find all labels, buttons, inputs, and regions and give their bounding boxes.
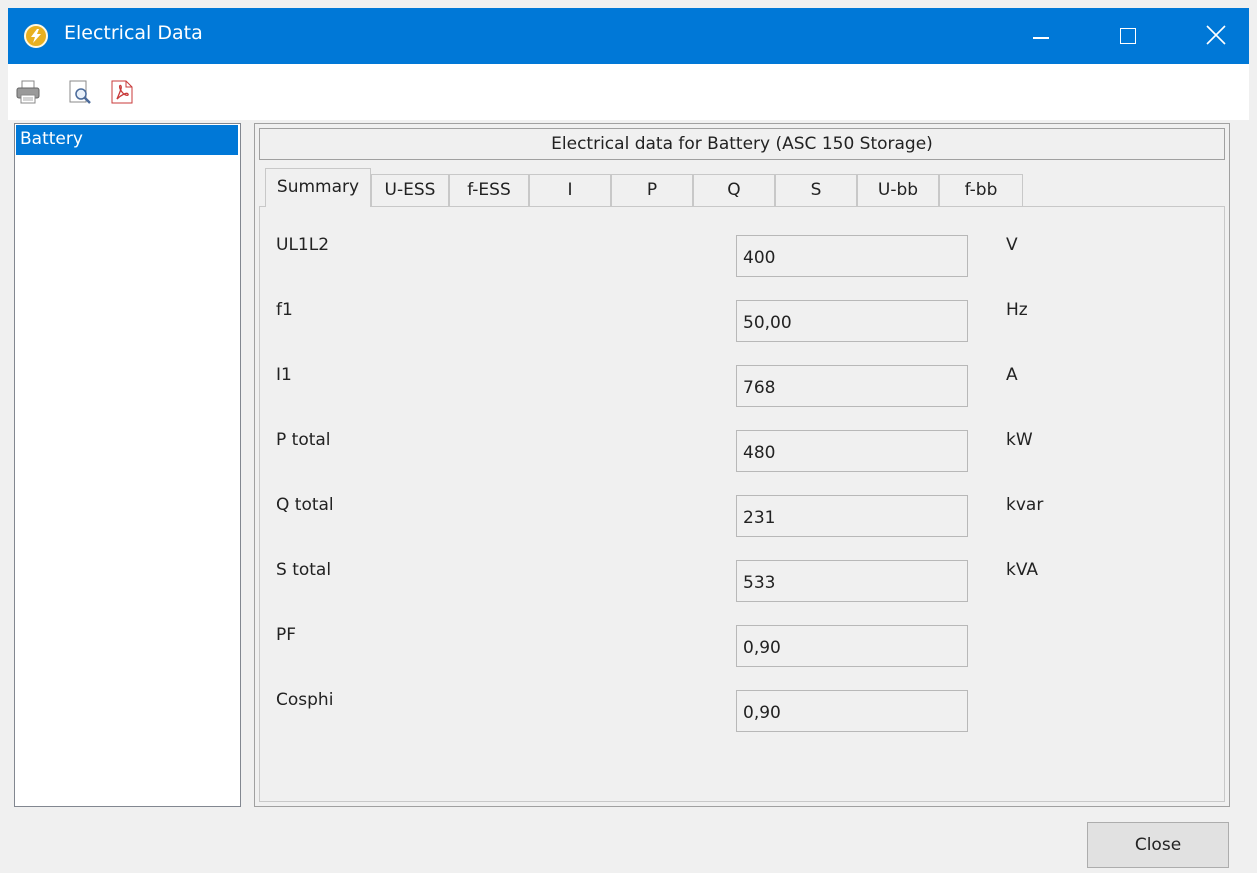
row-unit-f1: Hz: [1006, 300, 1028, 320]
title-bar[interactable]: Electrical Data: [8, 8, 1249, 64]
maximize-icon: [1120, 28, 1136, 44]
row-value-q-total: 231: [736, 495, 968, 537]
tab-s[interactable]: S: [775, 174, 857, 206]
row-value-s-total: 533: [736, 560, 968, 602]
row-label-i1: I1: [276, 365, 292, 385]
print-preview-icon[interactable]: [66, 78, 94, 106]
tab-i[interactable]: I: [529, 174, 611, 206]
row-label-f1: f1: [276, 300, 293, 320]
row-label-s-total: S total: [276, 560, 332, 580]
tab-u-bb[interactable]: U-bb: [857, 174, 939, 206]
tab-f-bb[interactable]: f-bb: [939, 174, 1023, 206]
electrical-data-window: Electrical Data Battery Electrical data …: [8, 8, 1249, 873]
tree-item-battery[interactable]: Battery: [16, 125, 238, 155]
window-close-button[interactable]: [1190, 8, 1242, 64]
tab-summary[interactable]: Summary: [265, 168, 371, 207]
row-label-ul1l2: UL1L2: [276, 235, 330, 255]
tab-u-ess[interactable]: U-ESS: [371, 174, 449, 206]
row-label-q-total: Q total: [276, 495, 334, 515]
panel-header: Electrical data for Battery (ASC 150 Sto…: [259, 128, 1225, 160]
toolbar: [8, 64, 1249, 120]
tree-panel[interactable]: Battery: [14, 123, 241, 807]
row-unit-p-total: kW: [1006, 430, 1033, 450]
maximize-button[interactable]: [1102, 8, 1154, 64]
row-value-p-total: 480: [736, 430, 968, 472]
close-icon: [1206, 25, 1226, 45]
row-label-cosphi: Cosphi: [276, 690, 334, 710]
lightning-icon: [24, 24, 48, 48]
minimize-icon: [1033, 37, 1049, 39]
row-unit-ul1l2: V: [1006, 235, 1018, 255]
row-unit-q-total: kvar: [1006, 495, 1044, 515]
row-value-pf: 0,90: [736, 625, 968, 667]
pdf-export-icon[interactable]: [108, 78, 136, 106]
row-unit-s-total: kVA: [1006, 560, 1039, 580]
printer-icon[interactable]: [14, 78, 42, 106]
tab-q[interactable]: Q: [693, 174, 775, 206]
row-label-p-total: P total: [276, 430, 331, 450]
minimize-button[interactable]: [1015, 8, 1067, 64]
tab-f-ess[interactable]: f-ESS: [449, 174, 529, 206]
tab-p[interactable]: P: [611, 174, 693, 206]
window-title: Electrical Data: [64, 22, 203, 44]
row-unit-i1: A: [1006, 365, 1018, 385]
row-label-pf: PF: [276, 625, 297, 645]
row-value-i1: 768: [736, 365, 968, 407]
row-value-cosphi: 0,90: [736, 690, 968, 732]
electrical-data-panel: Electrical data for Battery (ASC 150 Sto…: [254, 123, 1230, 807]
close-button[interactable]: Close: [1087, 822, 1229, 868]
summary-tab-content: UL1L2 400 V f1 50,00 Hz I1 768 A P total…: [259, 206, 1225, 802]
row-value-ul1l2: 400: [736, 235, 968, 277]
row-value-f1: 50,00: [736, 300, 968, 342]
